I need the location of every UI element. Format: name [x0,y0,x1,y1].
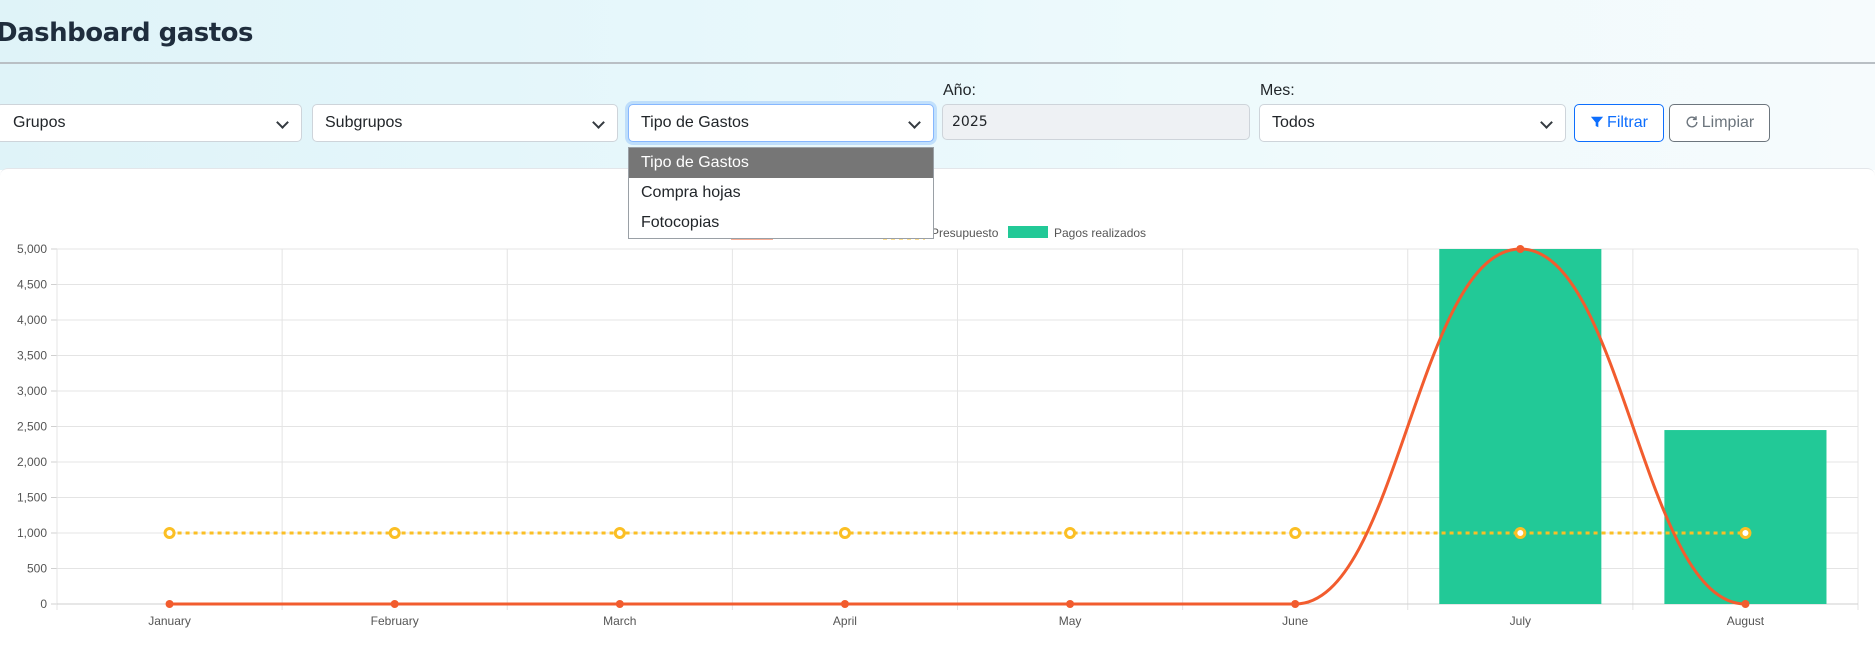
y-tick-label: 5,000 [17,242,47,256]
budget-point [1514,527,1527,539]
legend-label-bars: Pagos realizados [1054,226,1146,240]
dropdown-option[interactable]: Compra hojas [629,178,933,208]
x-tick-label: January [148,614,191,628]
budget-point [1739,527,1752,539]
x-tick-label: June [1282,614,1308,628]
dropdown-option[interactable]: Tipo de Gastos [629,148,933,178]
budget-point [388,527,401,539]
payments-point [1516,245,1525,253]
x-tick-label: April [833,614,857,628]
y-tick-label: 2,500 [17,420,47,434]
expense-type-dropdown[interactable]: Tipo de Gastos Compra hojas Fotocopias [628,147,934,239]
x-tick-label: February [371,614,419,628]
payments-point [840,600,849,608]
expenses-chart: 0 500 1,000 1,500 2,000 2,500 3,000 3,500 4,000 4… [17,226,1859,628]
payments-point [165,600,174,608]
y-tick-label: 500 [27,562,47,576]
budget-point [838,527,851,539]
dropdown-option[interactable]: Fotocopias [629,208,933,238]
payments-point [1741,600,1750,608]
bar [1439,249,1602,604]
y-tick-label: 3,000 [17,384,47,398]
y-tick-label: 2,000 [17,455,47,469]
budget-point [163,527,176,539]
x-tick-label: March [603,614,636,628]
y-tick-label: 0 [40,597,47,611]
y-tick-label: 4,000 [17,313,47,327]
payments-point [1291,600,1300,608]
budget-point [1064,527,1077,539]
y-tick-label: 1,000 [17,526,47,540]
y-tick-label: 1,500 [17,491,47,505]
budget-point [613,527,626,539]
payments-point [1066,600,1075,608]
payments-point [615,600,624,608]
budget-point [1289,527,1302,539]
legend-label-budget: Presupuesto [931,226,999,240]
x-tick-label: May [1059,614,1082,628]
y-tick-label: 4,500 [17,278,47,292]
payments-point [390,600,399,608]
y-tick-label: 3,500 [17,349,47,363]
bar [1664,430,1827,604]
x-tick-label: July [1510,614,1531,628]
x-tick-label: August [1727,614,1765,628]
legend-swatch-bars [1008,226,1048,238]
